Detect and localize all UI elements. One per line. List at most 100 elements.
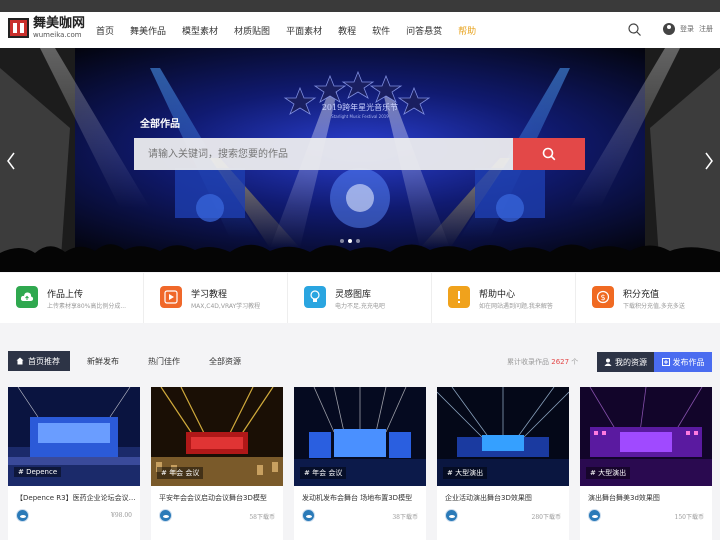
work-title[interactable]: 演出舞台舞美3d效果图 [588, 493, 708, 503]
bulb-icon [304, 286, 326, 308]
exclamation-icon [448, 286, 470, 308]
main-nav: 首页 舞美作品 模型素材 材质贴图 平面素材 教程 软件 问答悬赏 帮助 [96, 12, 492, 48]
feature-title: 灵感图库 [335, 290, 372, 300]
feature-desc: 下载积分充值,多充多送 [623, 303, 685, 310]
work-tag: # 大型演出 [443, 467, 488, 479]
tab-popular[interactable]: 热门佳作 [148, 351, 180, 371]
feature-title: 学习教程 [191, 290, 228, 300]
user-area: 登录 注册 [663, 23, 713, 35]
banner-event-subtitle: Starlight Music Festival 2019 [331, 114, 389, 119]
work-price: 58下载币 [249, 514, 275, 521]
work-title[interactable]: 发动机发布会舞台 场地布置3D模型 [302, 493, 422, 503]
carousel-dot[interactable] [348, 239, 352, 243]
work-card[interactable]: # Depence 【Depence R3】医药企业论坛会议舞台模... ¥98… [8, 387, 140, 540]
author-avatar[interactable] [302, 509, 315, 522]
feature-inspiration[interactable]: 灵感图库 电力不足,充充电吧 [288, 273, 432, 323]
work-title[interactable]: 【Depence R3】医药企业论坛会议舞台模... [16, 493, 136, 503]
feature-tutorials[interactable]: 学习教程 MAX,C4D,VRAY学习教程 [144, 273, 288, 323]
search-icon [542, 147, 556, 161]
work-tag: # 年会 会议 [157, 467, 204, 479]
nav-item-textures[interactable]: 材质贴图 [234, 24, 270, 37]
user-icon [604, 358, 612, 366]
feature-desc: 电力不足,充充电吧 [335, 303, 385, 310]
feature-help[interactable]: 帮助中心 如在网站遇到问题,我来解答 [432, 273, 576, 323]
hero-search-input[interactable] [134, 138, 514, 170]
feature-desc: 上传素材享80%高比例分成... [47, 303, 127, 310]
user-avatar-icon[interactable] [663, 23, 675, 35]
author-avatar[interactable] [445, 509, 458, 522]
my-resources-label: 我的资源 [615, 357, 647, 367]
publish-button[interactable]: 发布作品 [654, 352, 712, 372]
nav-item-works[interactable]: 舞美作品 [130, 24, 166, 37]
work-tag: # 大型演出 [586, 467, 631, 479]
nav-item-help[interactable]: 帮助 [458, 24, 476, 37]
tab-recommended[interactable]: 首页推荐 [8, 351, 70, 371]
author-avatar[interactable] [588, 509, 601, 522]
work-price: ¥98.00 [111, 512, 132, 519]
register-link[interactable]: 注册 [699, 24, 713, 34]
work-price: 150下载币 [674, 514, 704, 521]
feature-strip: 作品上传 上传素材享80%高比例分成... 学习教程 MAX,C4D,VRAY学… [0, 273, 720, 323]
author-avatar[interactable] [16, 509, 29, 522]
logo-name: 舞美咖网 [33, 16, 86, 31]
work-card[interactable]: # 大型演出 企业活动演出舞台3D效果图 280下载币 [437, 387, 569, 540]
content-tabs-bar: 首页推荐 新鲜发布 热门佳作 全部资源 累计收录作品 2627 个 我的资源 发… [0, 343, 720, 377]
author-avatar[interactable] [159, 509, 172, 522]
nav-item-models[interactable]: 模型素材 [182, 24, 218, 37]
hero-banner: 2019跨年星光音乐节 Starlight Music Festival 201… [0, 48, 720, 272]
browser-top-strip [0, 0, 720, 12]
work-card[interactable]: # 大型演出 演出舞台舞美3d效果图 150下载币 [580, 387, 712, 540]
feature-title: 积分充值 [623, 290, 660, 300]
work-tag: # Depence [14, 467, 62, 477]
work-title[interactable]: 平安年会会议启动会议舞台3D模型 [159, 493, 279, 503]
work-card[interactable]: # 年会 会议 发动机发布会舞台 场地布置3D模型 38下载币 [294, 387, 426, 540]
nav-item-graphics[interactable]: 平面素材 [286, 24, 322, 37]
count-label: 累计收录作品 [507, 358, 549, 366]
hero-search-box [134, 138, 514, 170]
banner-event-title: 2019跨年星光音乐节 [322, 102, 398, 112]
svg-text:$: $ [600, 293, 605, 302]
feature-recharge[interactable]: $ 积分充值 下载积分充值,多充多送 [576, 273, 720, 323]
logo-mark-icon [8, 18, 29, 38]
feature-title: 帮助中心 [479, 290, 516, 300]
feature-desc: MAX,C4D,VRAY学习教程 [191, 303, 261, 310]
cloud-upload-icon [16, 286, 38, 308]
feature-title: 作品上传 [47, 290, 84, 300]
works-count: 累计收录作品 2627 个 [507, 357, 578, 367]
carousel-dot[interactable] [340, 239, 344, 243]
works-grid: # Depence 【Depence R3】医药企业论坛会议舞台模... ¥98… [8, 387, 720, 540]
publish-label: 发布作品 [672, 357, 705, 367]
nav-item-home[interactable]: 首页 [96, 24, 114, 37]
site-header: 舞美咖网 wumeika.com 首页 舞美作品 模型素材 材质贴图 平面素材 … [0, 12, 720, 48]
my-resources-button[interactable]: 我的资源 [597, 352, 654, 372]
search-icon[interactable] [628, 23, 641, 36]
hero-search-button[interactable] [513, 138, 585, 170]
login-link[interactable]: 登录 [680, 24, 694, 34]
carousel-prev-icon[interactable] [6, 151, 16, 171]
work-card[interactable]: # 年会 会议 平安年会会议启动会议舞台3D模型 58下载币 [151, 387, 283, 540]
hero-title: 全部作品 [140, 119, 180, 130]
work-title[interactable]: 企业活动演出舞台3D效果图 [445, 493, 565, 503]
count-value: 2627 [551, 358, 570, 366]
work-tag: # 年会 会议 [300, 467, 347, 479]
nav-item-qa[interactable]: 问答悬赏 [406, 24, 442, 37]
dollar-icon: $ [592, 286, 614, 308]
work-price: 280下载币 [531, 514, 561, 521]
carousel-next-icon[interactable] [704, 151, 714, 171]
tab-all[interactable]: 全部资源 [209, 351, 241, 371]
nav-item-software[interactable]: 软件 [372, 24, 390, 37]
count-unit: 个 [571, 358, 579, 366]
logo-domain: wumeika.com [33, 31, 82, 39]
upload-icon [661, 358, 670, 366]
nav-item-tutorials[interactable]: 教程 [338, 24, 356, 37]
work-price: 38下载币 [392, 514, 418, 521]
carousel-dots [338, 239, 362, 243]
feature-upload[interactable]: 作品上传 上传素材享80%高比例分成... [0, 273, 144, 323]
feature-desc: 如在网站遇到问题,我来解答 [479, 303, 553, 310]
play-icon [160, 286, 182, 308]
home-icon [16, 357, 24, 365]
tab-label: 首页推荐 [28, 356, 60, 366]
carousel-dot[interactable] [356, 239, 360, 243]
site-logo[interactable]: 舞美咖网 wumeika.com [8, 17, 85, 39]
tab-new[interactable]: 新鲜发布 [87, 351, 119, 371]
